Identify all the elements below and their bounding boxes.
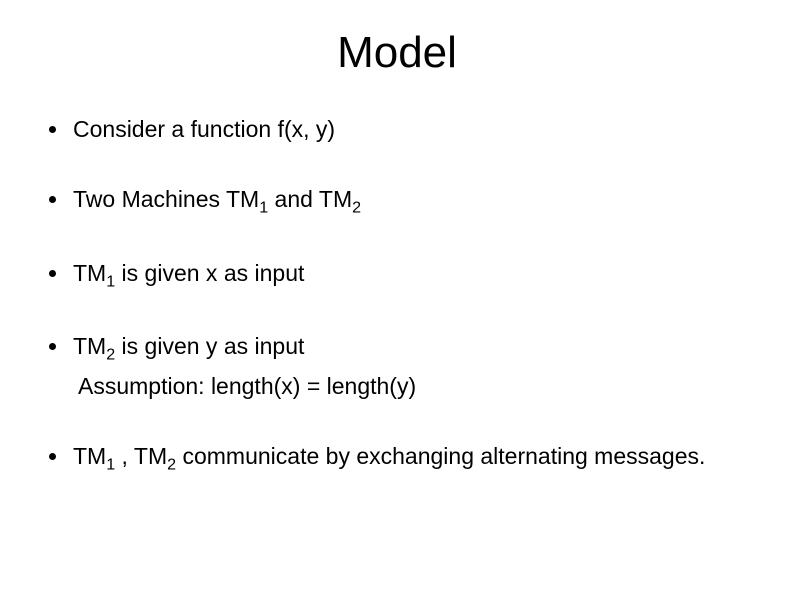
bullet-item: TM1 , TM2 communicate by exchanging alte… — [45, 443, 754, 475]
bullet-text: TM2 is given y as input — [73, 333, 304, 359]
bullet-list-2: TM1 , TM2 communicate by exchanging alte… — [40, 443, 754, 475]
bullet-item: Consider a function f(x, y) — [45, 116, 754, 144]
bullet-text: Two Machines TM1 and TM2 — [73, 186, 361, 212]
bullet-item: TM2 is given y as input — [45, 333, 754, 365]
assumption-line: Assumption: length(x) = length(y) — [40, 373, 754, 401]
bullet-list: Consider a function f(x, y) Two Machines… — [40, 116, 754, 365]
slide-title: Model — [40, 28, 754, 78]
bullet-text: Consider a function f(x, y) — [73, 116, 335, 142]
bullet-item: Two Machines TM1 and TM2 — [45, 186, 754, 218]
bullet-item: TM1 is given x as input — [45, 260, 754, 292]
bullet-text: TM1 , TM2 communicate by exchanging alte… — [73, 443, 705, 469]
bullet-text: TM1 is given x as input — [73, 260, 304, 286]
slide: Model Consider a function f(x, y) Two Ma… — [0, 0, 794, 595]
